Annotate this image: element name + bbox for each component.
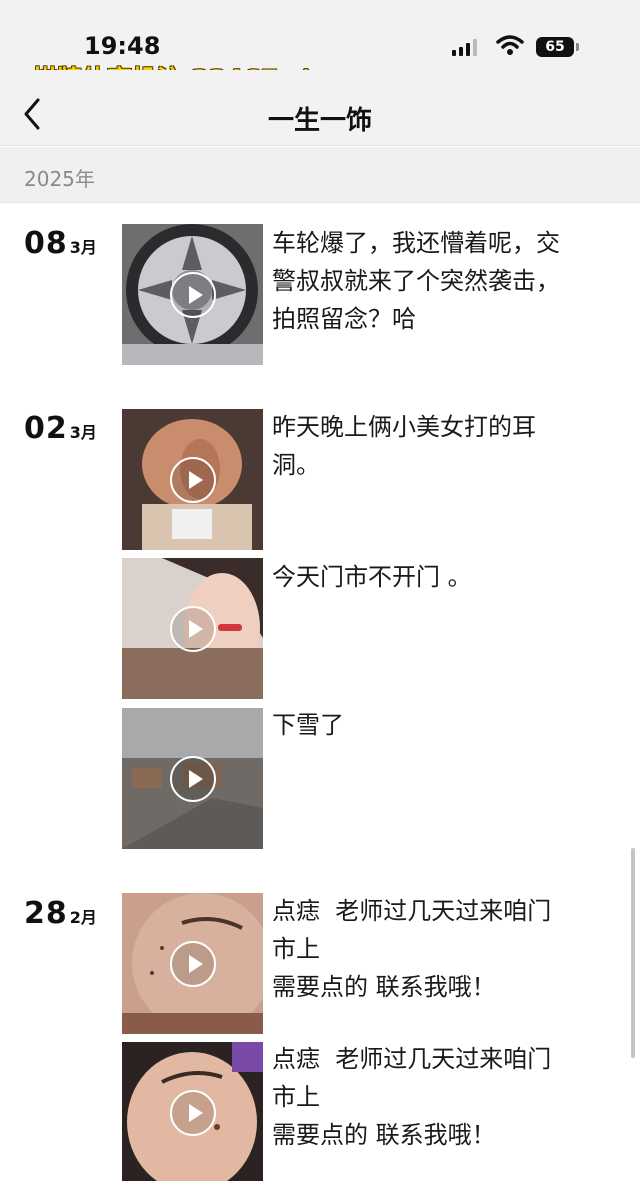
date-label: 28 2月 — [24, 896, 97, 931]
battery-tip — [576, 43, 579, 51]
video-thumbnail-face-2[interactable] — [122, 1042, 263, 1181]
scrollbar[interactable] — [631, 848, 635, 1058]
date-day: 08 — [24, 226, 68, 261]
post-caption[interactable]: 点痣 老师过几天过来咱门 市上 需要点的 联系我哦！ — [272, 1040, 612, 1154]
post-caption[interactable]: 车轮爆了，我还懵着呢，交 警叔叔就来了个突然袭击， 拍照留念？哈 — [272, 224, 612, 338]
video-thumbnail-face[interactable] — [122, 893, 263, 1034]
play-icon — [170, 457, 216, 503]
date-month: 3月 — [69, 423, 97, 442]
post-caption[interactable]: 点痣 老师过几天过来咱门 市上 需要点的 联系我哦！ — [272, 892, 612, 1006]
date-label: 08 3月 — [24, 226, 97, 261]
year-header: 2025年 — [0, 147, 640, 203]
date-day: 02 — [24, 411, 68, 446]
play-icon — [170, 606, 216, 652]
status-time: 19:48 — [84, 32, 161, 60]
play-icon — [170, 1090, 216, 1136]
battery-icon: 65 — [536, 37, 574, 57]
date-month: 3月 — [69, 238, 97, 257]
play-icon — [170, 941, 216, 987]
video-thumbnail-selfie[interactable] — [122, 558, 263, 699]
post-caption[interactable]: 今天门市不开门 。 — [272, 558, 612, 596]
video-thumbnail-ear[interactable] — [122, 409, 263, 550]
cellular-signal-icon — [452, 38, 480, 56]
video-thumbnail-snow[interactable] — [122, 708, 263, 849]
date-month: 2月 — [69, 908, 97, 927]
play-icon — [170, 756, 216, 802]
nav-bar: 一生一饰 — [0, 70, 640, 146]
year-label: 2025年 — [24, 167, 95, 191]
page-title: 一生一饰 — [267, 106, 372, 136]
post-caption[interactable]: 下雪了 — [272, 706, 612, 744]
wifi-icon — [496, 35, 524, 55]
play-icon — [170, 272, 216, 318]
video-thumbnail-wheel[interactable] — [122, 224, 263, 365]
date-day: 28 — [24, 896, 68, 931]
date-label: 02 3月 — [24, 411, 97, 446]
post-caption[interactable]: 昨天晚上俩小美女打的耳 洞。 — [272, 408, 612, 484]
